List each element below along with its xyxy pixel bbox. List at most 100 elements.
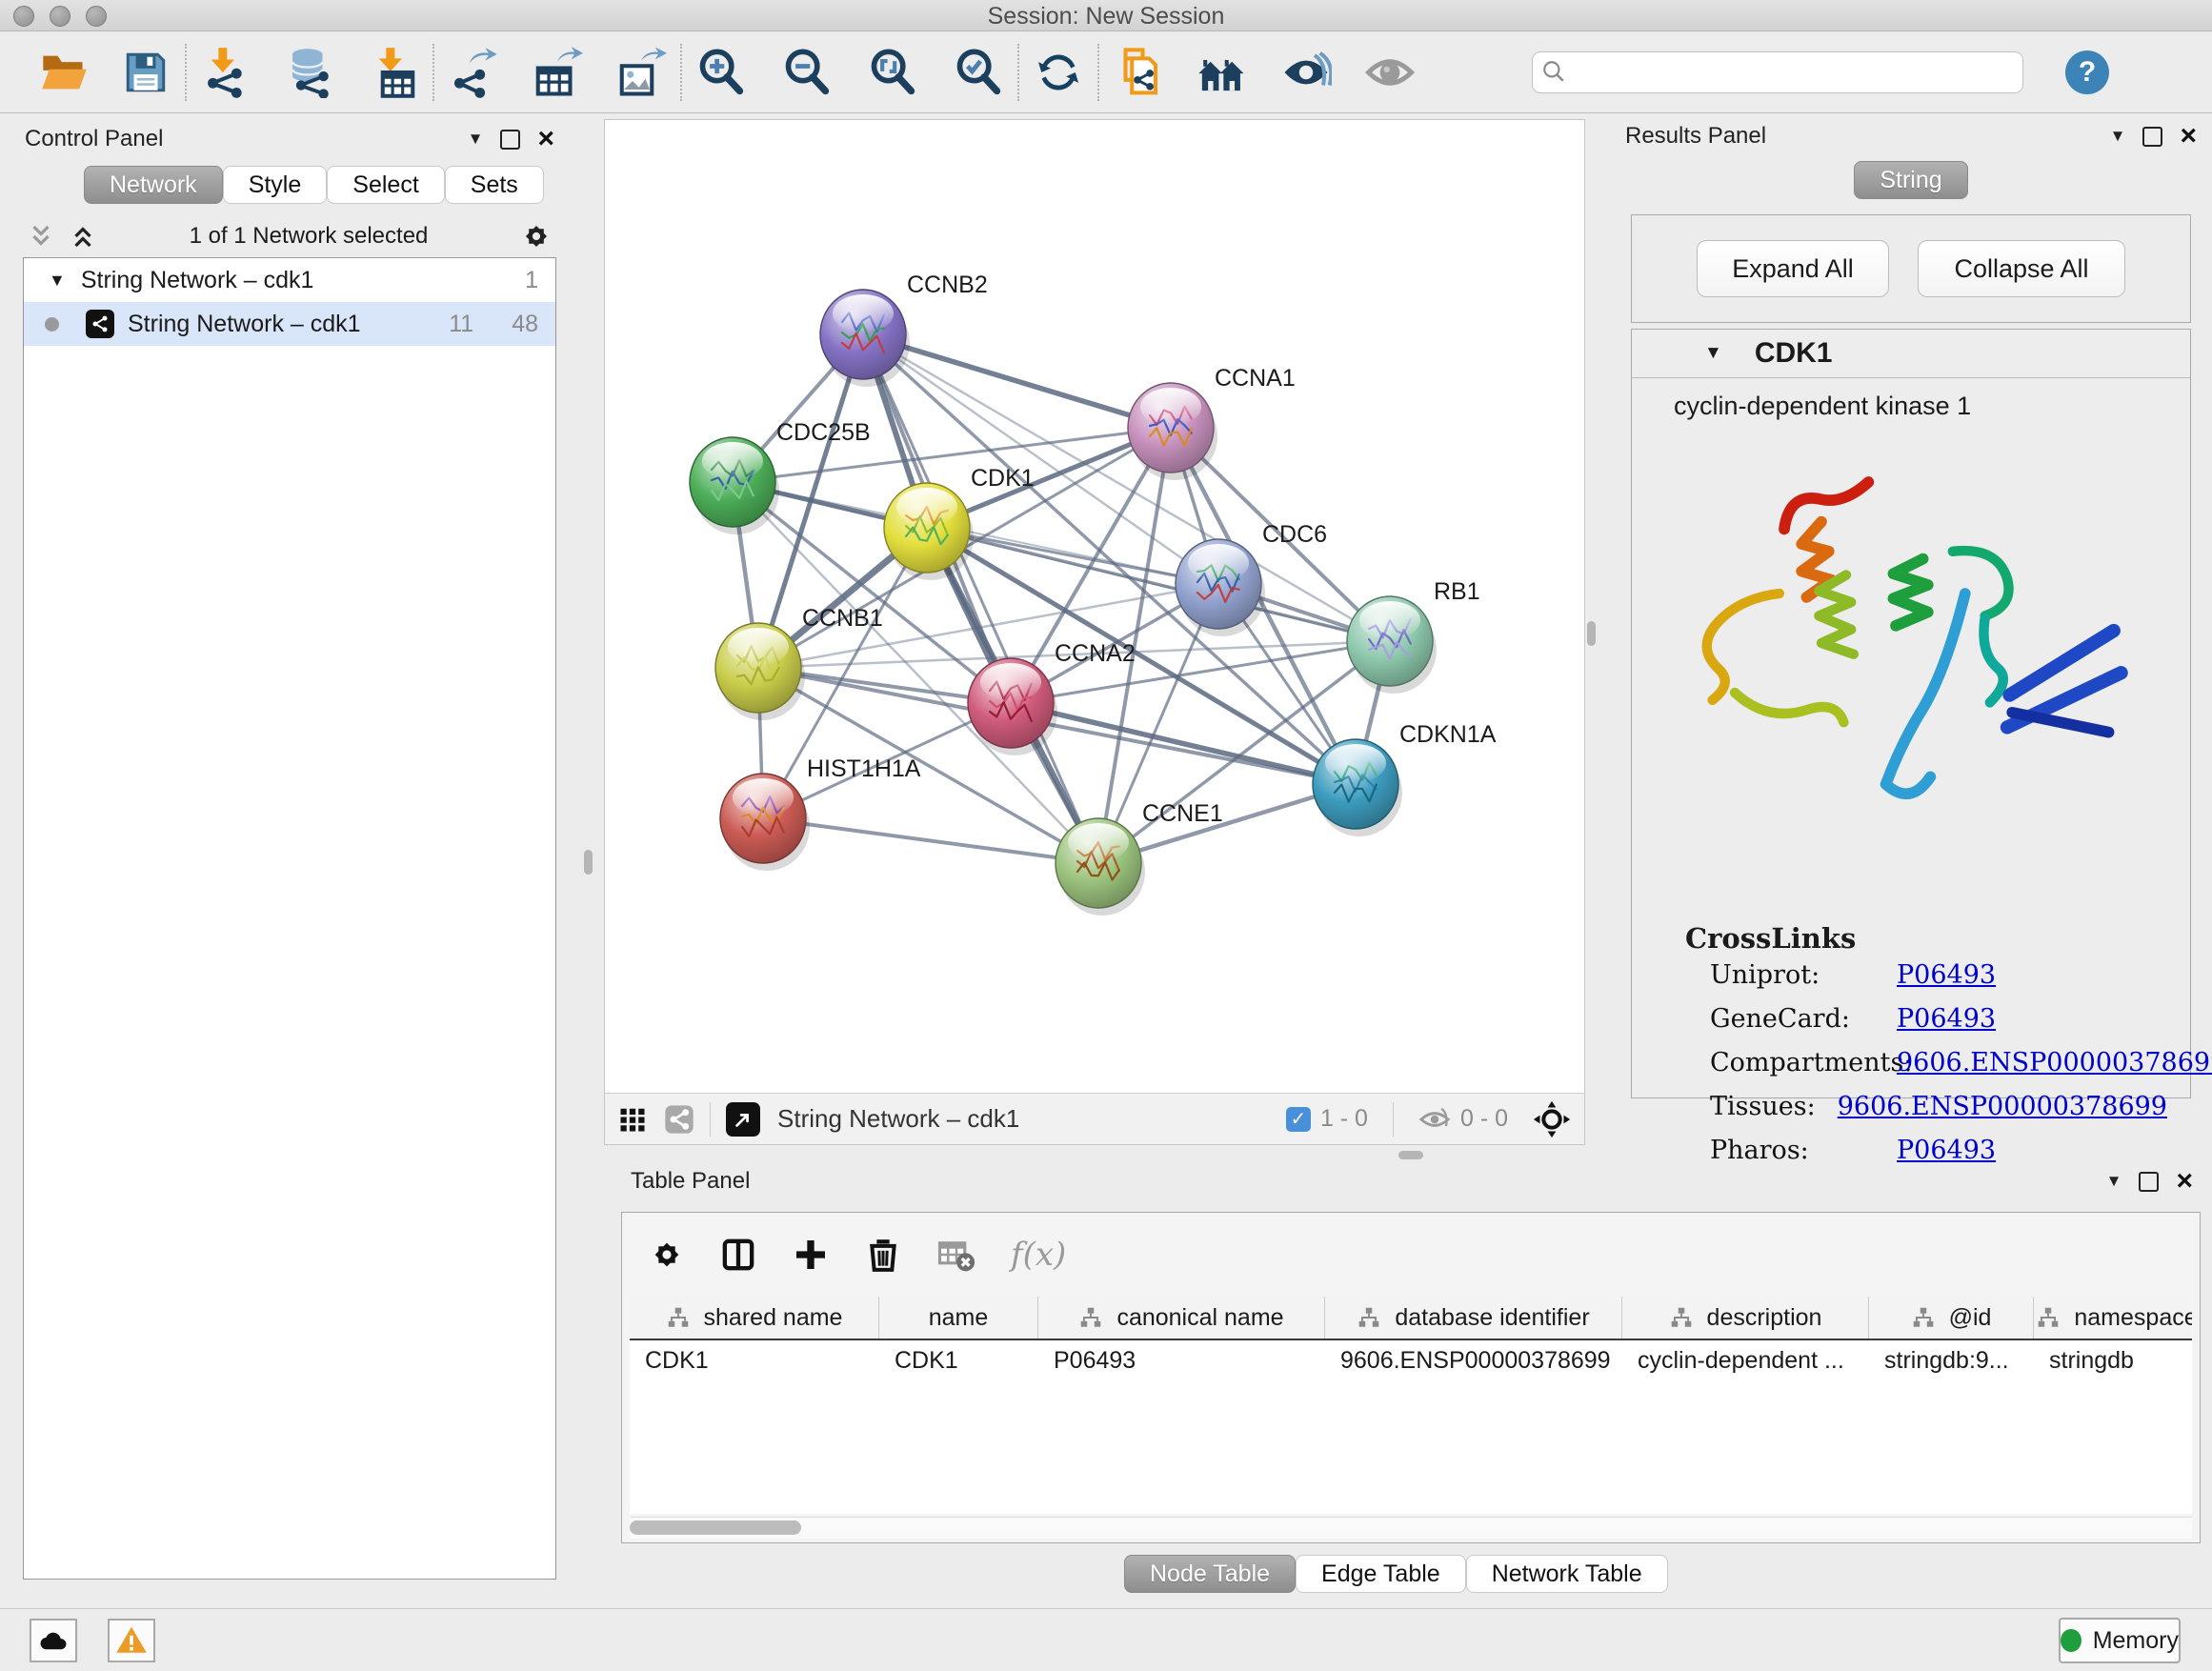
- tab-node-table[interactable]: Node Table: [1124, 1555, 1296, 1593]
- network-node[interactable]: CDK1: [884, 465, 1035, 580]
- network-canvas[interactable]: CCNB2CCNA1CDC25BCDK1CDC6RB1CCNB1CCNA2CDK…: [605, 120, 1584, 1093]
- cell-description[interactable]: cyclin-dependent ...: [1622, 1347, 1869, 1375]
- tab-string[interactable]: String: [1854, 161, 1967, 199]
- houses-icon[interactable]: [1195, 45, 1250, 100]
- network-view-icon[interactable]: [664, 1104, 694, 1135]
- column-header-database-identifier[interactable]: database identifier: [1325, 1297, 1622, 1339]
- collapse-all-button[interactable]: Collapse All: [1918, 240, 2125, 297]
- network-edge[interactable]: [863, 334, 1098, 863]
- network-edge[interactable]: [763, 818, 1098, 863]
- zoom-in-icon[interactable]: [694, 45, 749, 100]
- tab-edge-table[interactable]: Edge Table: [1296, 1555, 1466, 1593]
- collapse-section-icon[interactable]: ▼: [1704, 343, 1722, 364]
- crosslink-link[interactable]: 9606.ENSP00000378699: [1838, 1092, 2167, 1136]
- zoom-out-icon[interactable]: [779, 45, 835, 100]
- delete-column-icon[interactable]: [864, 1236, 902, 1274]
- add-column-icon[interactable]: [792, 1236, 830, 1274]
- cell-name[interactable]: CDK1: [879, 1347, 1038, 1375]
- horizontal-scrollbar[interactable]: [630, 1517, 2192, 1539]
- float-panel-icon[interactable]: [2139, 1172, 2159, 1192]
- column-header-shared-name[interactable]: shared name: [630, 1297, 879, 1339]
- splitter-handle[interactable]: [1587, 621, 1596, 646]
- open-in-browser-icon[interactable]: [726, 1102, 760, 1137]
- tab-sets[interactable]: Sets: [445, 166, 544, 204]
- column-header-description[interactable]: description: [1622, 1297, 1869, 1339]
- pan-crosshair-icon[interactable]: [1533, 1100, 1571, 1138]
- panel-menu-icon[interactable]: ▼: [468, 130, 484, 149]
- zoom-fit-icon[interactable]: [865, 45, 920, 100]
- function-builder-icon[interactable]: f(x): [1011, 1236, 1066, 1274]
- network-node[interactable]: RB1: [1347, 578, 1480, 694]
- import-network-file-icon[interactable]: [198, 45, 253, 100]
- cell-id[interactable]: stringdb:9...: [1869, 1347, 2034, 1375]
- gear-icon[interactable]: [649, 1237, 685, 1273]
- tab-style[interactable]: Style: [223, 166, 328, 204]
- control-panel-tabs: Network Style Select Sets: [84, 166, 570, 204]
- collection-label: String Network – cdk1: [81, 267, 314, 294]
- node-label: CDKN1A: [1399, 721, 1497, 748]
- crosslink-link[interactable]: 9606.ENSP00000378699: [1897, 1048, 2212, 1092]
- network-edge[interactable]: [1011, 703, 1356, 784]
- network-node[interactable]: CCNA1: [1128, 365, 1296, 480]
- network-row[interactable]: String Network – cdk1 11 48: [24, 302, 555, 346]
- export-image-icon[interactable]: [613, 45, 669, 100]
- scrollbar-thumb[interactable]: [630, 1520, 801, 1535]
- cell-shared-name[interactable]: CDK1: [630, 1347, 879, 1375]
- expand-all-button[interactable]: Expand All: [1697, 240, 1889, 297]
- table-panel: Table Panel ▼ × f(x) shared name name: [621, 1164, 2202, 1608]
- save-session-icon[interactable]: [118, 45, 173, 100]
- crosslink-link[interactable]: P06493: [1897, 960, 1996, 1004]
- memory-button[interactable]: Memory: [2059, 1618, 2181, 1663]
- cell-canonical-name[interactable]: P06493: [1038, 1347, 1325, 1375]
- tab-select[interactable]: Select: [327, 166, 444, 204]
- tab-network-table[interactable]: Network Table: [1466, 1555, 1668, 1593]
- eye-icon[interactable]: [1362, 45, 1418, 100]
- table-row[interactable]: CDK1 CDK1 P06493 9606.ENSP00000378699 cy…: [630, 1340, 2192, 1380]
- cell-namespace[interactable]: stringdb: [2034, 1347, 2192, 1375]
- export-table-icon[interactable]: [530, 45, 585, 100]
- column-header-name[interactable]: name: [879, 1297, 1038, 1339]
- gear-icon[interactable]: [520, 220, 553, 252]
- gene-section-header[interactable]: ▼ CDK1: [1632, 330, 2190, 378]
- warning-icon[interactable]: [108, 1619, 155, 1662]
- close-panel-icon[interactable]: ×: [2176, 1172, 2193, 1191]
- splitter-handle[interactable]: [584, 850, 593, 875]
- duplicate-network-icon[interactable]: [1111, 45, 1166, 100]
- splitter-handle[interactable]: [1398, 1151, 1423, 1159]
- selected-checkbox-icon[interactable]: ✓: [1286, 1107, 1311, 1132]
- expand-all-icon[interactable]: [69, 222, 97, 251]
- column-header-namespace[interactable]: namespace: [2034, 1297, 2192, 1339]
- network-node[interactable]: CDKN1A: [1313, 721, 1497, 836]
- panel-menu-icon[interactable]: ▼: [2110, 127, 2126, 146]
- zoom-selected-icon[interactable]: [951, 45, 1006, 100]
- import-network-database-icon[interactable]: [282, 45, 337, 100]
- network-collection-row[interactable]: ▼ String Network – cdk1 1: [24, 258, 555, 302]
- column-header-id[interactable]: @id: [1869, 1297, 2034, 1339]
- eye-slash-icon[interactable]: [1278, 45, 1334, 100]
- search-input[interactable]: [1532, 51, 2023, 93]
- cloud-icon[interactable]: [30, 1619, 77, 1662]
- crosslink-link[interactable]: P06493: [1897, 1004, 1996, 1048]
- show-columns-icon[interactable]: [719, 1236, 757, 1274]
- panel-menu-icon[interactable]: ▼: [2106, 1172, 2122, 1191]
- tab-network[interactable]: Network: [84, 166, 223, 204]
- network-node[interactable]: HIST1H1A: [720, 755, 921, 871]
- import-table-file-icon[interactable]: [366, 45, 421, 100]
- expander-icon[interactable]: ▼: [49, 271, 66, 291]
- open-session-icon[interactable]: [36, 45, 91, 100]
- collapse-all-icon[interactable]: [27, 222, 55, 251]
- cell-database-identifier[interactable]: 9606.ENSP00000378699: [1325, 1347, 1622, 1375]
- close-panel-icon[interactable]: ×: [2180, 127, 2197, 146]
- delete-table-icon[interactable]: [936, 1235, 976, 1275]
- apply-layout-icon[interactable]: [1031, 45, 1086, 100]
- close-panel-icon[interactable]: ×: [537, 130, 554, 149]
- column-header-canonical-name[interactable]: canonical name: [1038, 1297, 1325, 1339]
- help-icon[interactable]: ?: [2065, 50, 2109, 94]
- export-network-icon[interactable]: [446, 45, 501, 100]
- toolbar-separator: [680, 44, 682, 101]
- grid-view-icon[interactable]: [618, 1105, 647, 1134]
- float-panel-icon[interactable]: [2142, 127, 2162, 147]
- float-panel-icon[interactable]: [500, 130, 520, 150]
- node-label: CCNA1: [1215, 365, 1296, 392]
- network-node[interactable]: CCNE1: [1056, 800, 1223, 916]
